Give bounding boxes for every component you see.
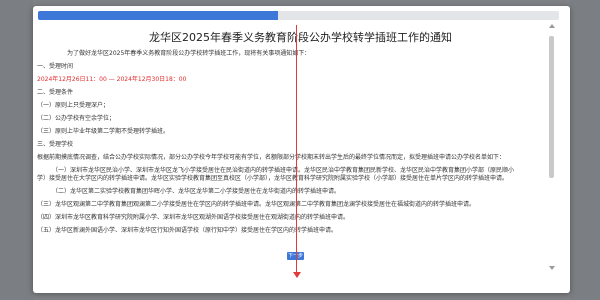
notice-title: 龙华区2025年春季义务教育阶段公办学校转学插班工作的通知 [149, 31, 452, 44]
section-heading-conditions: 二、受理条件 [37, 88, 74, 96]
content-scrollbar[interactable] [548, 24, 556, 270]
school-item-2: （二）龙华区第二实验学校教育集团华晖小学、龙华区龙华第二小学接受居住在龙华街道内… [52, 187, 341, 195]
annotation-arrow-line [296, 25, 297, 277]
section-heading-schools: 三、受理学校 [37, 140, 74, 148]
notice-content[interactable]: 龙华区2025年春季义务教育阶段公办学校转学插班工作的通知 为了做好龙华区202… [37, 22, 550, 268]
condition-2: （二）公办学校有空余学位； [37, 114, 116, 122]
reading-progress-fill [38, 11, 278, 20]
notice-intro: 为了做好龙华区2025年春季义务教育阶段公办学校转学插班工作，现将有关事项通知如… [67, 49, 311, 57]
school-item-5: （五）龙华区新澜外国语小学、深圳市龙华区行知外国语学校（原行知中学）接受居住在学… [37, 226, 338, 234]
school-item-3: （三）龙华区观澜第二中学教育集团观澜第二小学接受居住在学区内的转学插班申请。龙华… [37, 200, 476, 208]
page-backdrop-right [570, 0, 600, 300]
school-item-4: （四）深圳市龙华区教育科学研究院附属小学、深圳市龙华区观湖外国语学校接受居住在观… [37, 213, 350, 221]
reading-progress-bar [38, 11, 559, 20]
notice-modal: 龙华区2025年春季义务教育阶段公办学校转学插班工作的通知 为了做好龙华区202… [33, 6, 570, 293]
condition-1: （一）原则上只受理深户； [37, 101, 110, 109]
schools-description: 根据前期摸底情况调查，结合公办学校实际情况，部分公办学校今年学校可能有学位，名额… [37, 153, 506, 161]
application-period: 2024年12月26日11：00 — 2024年12月30日18：00 [37, 75, 187, 83]
condition-3: （三）原则上毕业年级第二学期不受理转学插班。 [37, 127, 170, 135]
school-item-1-line-1: （一）深圳市龙华区民治小学、深圳市龙华区龙飞小学接受居住在民治街道内的转学插班申… [52, 166, 515, 174]
school-item-1-line-2: 学）接受居住在大学区内的转学插班申请。龙华区实验学校教育集团至真校区（小学部），… [37, 174, 509, 182]
page-backdrop-left [0, 0, 33, 300]
scroll-down-arrow-icon[interactable] [549, 266, 555, 270]
scroll-up-arrow-icon[interactable] [549, 24, 555, 28]
scroll-thumb[interactable] [549, 36, 554, 178]
annotation-arrow-down-icon [293, 272, 301, 278]
section-heading-time: 一、受理时间 [37, 62, 74, 70]
